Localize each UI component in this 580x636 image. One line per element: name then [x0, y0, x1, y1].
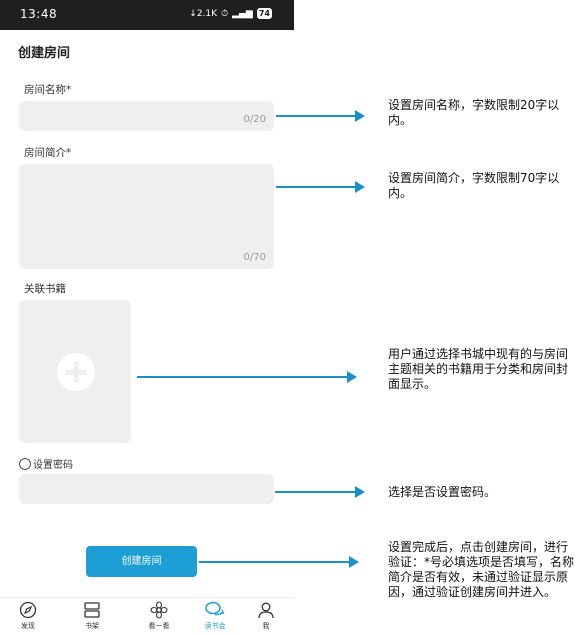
add-book-button[interactable]: [19, 300, 131, 443]
annotation-room-name: 设置房间名称，字数限制20字以内。: [388, 98, 560, 127]
annotation-arrow: [199, 556, 359, 568]
radio-button[interactable]: [19, 457, 31, 470]
tab-bookshelf[interactable]: 书架: [72, 601, 112, 631]
network-speed-text: ↓2.1K: [189, 8, 218, 19]
password-toggle[interactable]: 设置密码: [19, 456, 73, 471]
signal-icon: ▂▄▆: [232, 8, 253, 19]
tab-book-club[interactable]: 读书会: [195, 601, 235, 631]
battery-icon: 74: [256, 8, 272, 19]
room-intro-textarea[interactable]: 0/70: [19, 164, 274, 269]
room-name-counter: 0/20: [243, 114, 266, 125]
tab-label: 看一看: [148, 622, 170, 630]
room-intro-label: 房间简介*: [24, 147, 72, 159]
annotation-create-room: 设置完成后，点击创建房间，进行验证：*号必填选项是否填写，名称简介是否有效，未通…: [388, 540, 575, 599]
password-label: 设置密码: [33, 460, 73, 471]
tab-label: 发现: [21, 622, 35, 630]
annotation-password: 选择是否设置密码。: [388, 485, 497, 499]
bookshelf-icon: [84, 602, 100, 618]
tab-label: 书架: [85, 622, 99, 630]
status-time: 13:48: [20, 7, 58, 21]
annotation-arrow: [276, 181, 365, 193]
plus-icon: [57, 353, 95, 391]
status-bar: 13:48 ↓2.1K ⏱ ▂▄▆ 74: [0, 0, 294, 30]
password-input[interactable]: [19, 474, 274, 504]
flower-icon: [150, 601, 168, 619]
sheet-top: [0, 30, 294, 40]
tab-look[interactable]: 看一看: [139, 601, 179, 631]
annotation-room-intro: 设置房间简介，字数限制70字以内。: [388, 171, 560, 200]
tab-discover[interactable]: 发现: [8, 601, 48, 631]
person-icon: [258, 602, 274, 619]
compass-icon: [19, 601, 37, 619]
tab-me[interactable]: 我: [246, 601, 286, 631]
annotation-arrow: [276, 110, 365, 122]
annotation-arrow: [137, 371, 357, 383]
page-title: 创建房间: [18, 46, 71, 61]
alarm-icon: ⏱: [221, 8, 229, 19]
related-books-label: 关联书籍: [24, 283, 66, 295]
room-name-label: 房间名称*: [24, 84, 72, 96]
room-name-input[interactable]: 0/20: [19, 101, 274, 131]
tab-label: 我: [262, 622, 270, 630]
phone-screen: 13:48 ↓2.1K ⏱ ▂▄▆ 74 创建房间 房间名称* 0/20 房间简…: [0, 0, 294, 636]
chat-bubbles-icon: [205, 601, 225, 616]
tab-label: 读书会: [204, 622, 226, 630]
bottom-tab-bar: 发现 书架 看一看 读书会 我: [0, 597, 294, 636]
annotation-arrow: [275, 486, 365, 498]
room-intro-counter: 0/70: [243, 252, 266, 263]
create-room-button[interactable]: 创建房间: [86, 546, 197, 577]
annotation-related-books: 用户通过选择书城中现有的与房间主题相关的书籍用于分类和房间封面显示。: [388, 347, 569, 391]
status-indicators: ↓2.1K ⏱ ▂▄▆ 74: [189, 8, 272, 19]
